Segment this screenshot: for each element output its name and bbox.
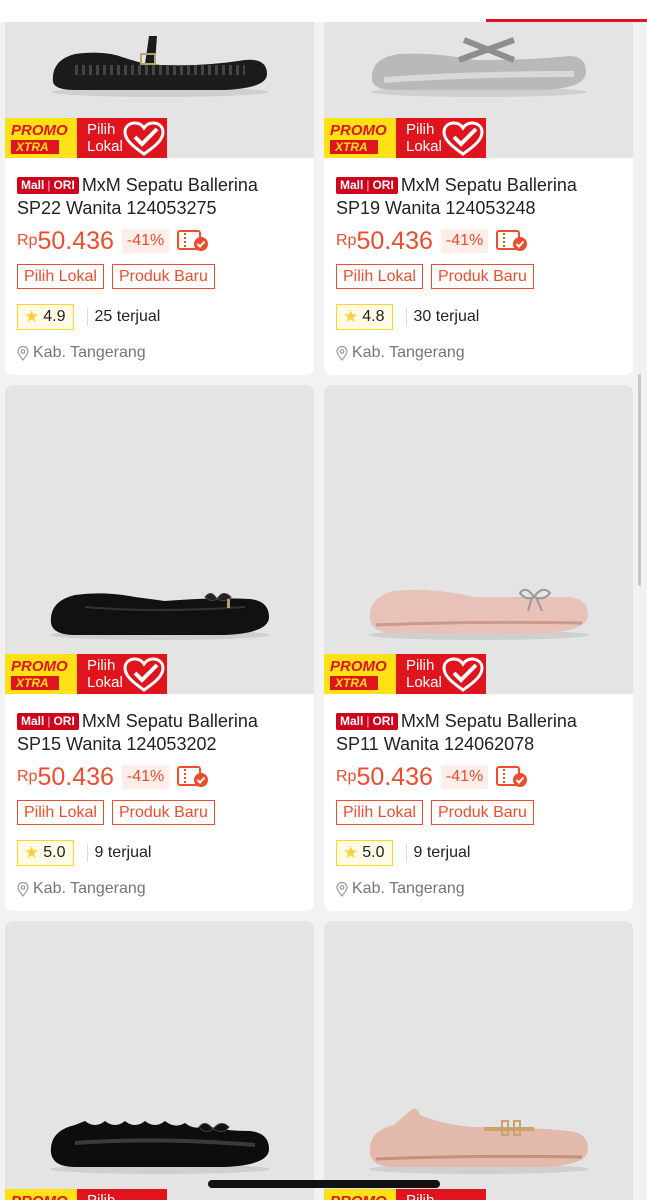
product-image[interactable]: PROMOXTRA PilihLokal xyxy=(5,385,314,694)
voucher-check-icon xyxy=(496,230,528,252)
home-indicator[interactable] xyxy=(208,1180,440,1188)
discount-badge: -41% xyxy=(121,229,170,253)
rating-badge: ★ 5.0 xyxy=(17,840,74,866)
tag-pilih-lokal: Pilih Lokal xyxy=(17,264,104,289)
scrollbar[interactable] xyxy=(638,374,641,586)
product-card[interactable]: PROMO XTRA Pilih Lokal Mall | ORI MxM Sepatu … xyxy=(5,0,314,375)
location-pin-icon xyxy=(17,345,29,361)
sold-count: 30 terjual xyxy=(405,308,479,326)
promo-xtra-badge: PROMOXTRA PilihLokal xyxy=(324,118,486,158)
currency-label: Rp xyxy=(336,232,357,249)
star-icon: ★ xyxy=(343,843,359,862)
product-image[interactable]: PROMOXTRA PilihLokal xyxy=(5,921,314,1200)
discount-badge: -41% xyxy=(440,229,489,253)
heart-check-icon xyxy=(123,121,165,156)
location-pin-icon xyxy=(336,881,348,897)
rating-badge: ★ 5.0 xyxy=(336,840,393,866)
discount-badge: -41% xyxy=(440,765,489,789)
tag-pilih-lokal: Pilih Lokal xyxy=(17,800,104,825)
product-title[interactable]: Mall | ORI MxM Sepatu Ballerina SP15 Wanita… xyxy=(17,710,302,756)
tag-produk-baru: Produk Baru xyxy=(111,800,215,825)
product-image[interactable]: PROMOXTRA PilihLokal xyxy=(324,921,633,1200)
location: Kab. Tangerang xyxy=(336,880,621,898)
heart-check-icon xyxy=(123,657,165,692)
price: 50.436 xyxy=(37,226,114,255)
mall-ori-badge: Mall | ORI xyxy=(17,713,79,730)
promo-xtra-badge: PROMOXTRA PilihLokal xyxy=(324,1189,486,1200)
tag-produk-baru: Produk Baru xyxy=(430,264,534,289)
mall-ori-badge: Mall | ORI xyxy=(336,177,398,194)
product-title[interactable]: Mall | ORI MxM Sepatu Ballerina SP11 Wanita… xyxy=(336,710,621,756)
currency-label: Rp xyxy=(336,768,357,785)
rating-badge: ★ 4.9 xyxy=(17,304,74,330)
sold-count: 9 terjual xyxy=(86,844,151,862)
shoe-image xyxy=(5,30,314,100)
price: 50.436 xyxy=(356,762,433,791)
shoe-image xyxy=(324,1103,633,1175)
rating-badge: ★ 4.8 xyxy=(336,304,393,330)
promo-xtra-badge: PROMOXTRA PilihLokal xyxy=(5,1189,167,1200)
product-card[interactable]: PROMO XTRA Pilih Lokal Mall | ORI MxM Sepatu … xyxy=(324,0,633,375)
tag-pilih-lokal: Pilih Lokal xyxy=(336,800,423,825)
shoe-image xyxy=(324,575,633,641)
product-image[interactable]: PROMOXTRA PilihLokal xyxy=(5,0,314,158)
shoe-image xyxy=(5,1109,314,1175)
location-pin-icon xyxy=(336,345,348,361)
promo-xtra-badge: PROMOXTRA PilihLokal xyxy=(5,654,167,694)
product-image[interactable]: PROMOXTRA PilihLokal xyxy=(324,0,633,158)
heart-check-icon xyxy=(442,657,484,692)
top-bar xyxy=(0,0,647,22)
voucher-check-icon xyxy=(177,230,209,252)
discount-badge: -41% xyxy=(121,765,170,789)
voucher-check-icon xyxy=(177,766,209,788)
sold-count: 9 terjual xyxy=(405,844,470,862)
location-pin-icon xyxy=(17,881,29,897)
product-image[interactable]: PROMOXTRA PilihLokal xyxy=(324,385,633,694)
tag-produk-baru: Produk Baru xyxy=(111,264,215,289)
price: 50.436 xyxy=(37,762,114,791)
voucher-check-icon xyxy=(496,766,528,788)
promo-xtra-badge: PROMOXTRA PilihLokal xyxy=(324,654,486,694)
product-card[interactable]: PROMO XTRA Pilih Lokal Mall | ORI MxM Sepatu … xyxy=(5,385,314,911)
mall-ori-badge: Mall | ORI xyxy=(336,713,398,730)
currency-label: Rp xyxy=(17,768,38,785)
location: Kab. Tangerang xyxy=(336,344,621,362)
star-icon: ★ xyxy=(343,307,359,326)
star-icon: ★ xyxy=(24,843,40,862)
product-card[interactable]: PROMOXTRA PilihLokal xyxy=(324,921,633,1200)
product-title[interactable]: Mall | ORI MxM Sepatu Ballerina SP19 Wanita… xyxy=(336,174,621,220)
promo-xtra-badge: PROMOXTRA PilihLokal xyxy=(5,118,167,158)
location: Kab. Tangerang xyxy=(17,880,302,898)
heart-check-icon xyxy=(442,121,484,156)
product-card[interactable]: PROMOXTRA PilihLokal xyxy=(5,921,314,1200)
tag-pilih-lokal: Pilih Lokal xyxy=(336,264,423,289)
sold-count: 25 terjual xyxy=(86,308,160,326)
product-title[interactable]: Mall | ORI MxM Sepatu Ballerina SP22 Wanita… xyxy=(17,174,302,220)
tag-produk-baru: Produk Baru xyxy=(430,800,534,825)
product-card[interactable]: PROMO XTRA Pilih Lokal Mall | ORI MxM Sepatu … xyxy=(324,385,633,911)
shoe-image xyxy=(5,577,314,643)
active-tab-indicator xyxy=(486,19,647,22)
price: 50.436 xyxy=(356,226,433,255)
mall-ori-badge: Mall | ORI xyxy=(17,177,79,194)
star-icon: ★ xyxy=(24,307,40,326)
location: Kab. Tangerang xyxy=(17,344,302,362)
currency-label: Rp xyxy=(17,232,38,249)
shoe-image xyxy=(324,30,633,100)
